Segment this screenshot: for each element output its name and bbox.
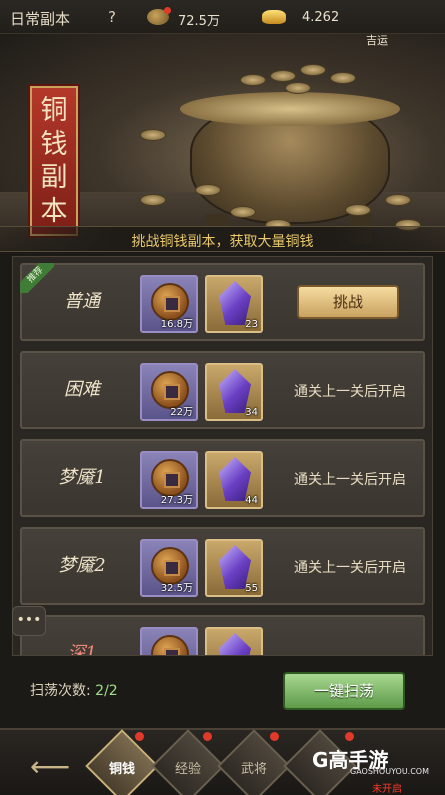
coin-pile-coin	[330, 72, 356, 84]
purple-crystal-icon	[219, 633, 251, 655]
level-name: 困难	[64, 379, 100, 400]
reward-gem-slot[interactable]	[205, 627, 263, 655]
sweep-count: 2/2	[95, 683, 118, 699]
notification-dot	[135, 732, 144, 741]
copper-coin-icon	[151, 635, 189, 655]
banner-char: 本	[40, 195, 68, 227]
locked-hint: 通关上一关后开启	[294, 560, 406, 576]
coin-pile-coin	[285, 82, 311, 94]
reward-qty: 55	[245, 583, 258, 594]
coin-amount: 72.5万	[178, 14, 220, 29]
reward-qty: 32.5万	[160, 583, 193, 594]
reward-gem-slot[interactable]: 34	[205, 363, 263, 421]
dungeon-title-banner: 铜 钱 副 本	[30, 86, 78, 236]
reward-qty: 44	[245, 495, 258, 506]
level-name: 深1	[67, 643, 97, 656]
back-arrow-icon[interactable]: ⟵	[30, 750, 70, 783]
tab-label: 经验	[174, 762, 201, 777]
locked-hint: 通关上一关后开启	[294, 472, 406, 488]
reward-gem-slot[interactable]: 44	[205, 451, 263, 509]
reward-qty: 16.8万	[160, 319, 193, 330]
site-watermark-url: GAOSHOUYOU.COM	[350, 767, 430, 776]
coin-pile-coin	[140, 129, 166, 141]
locked-hint: 通关上一关后开启	[294, 384, 406, 400]
banner-char: 副	[40, 162, 68, 194]
ingot-amount: 4.262	[302, 10, 340, 25]
page-title: 日常副本	[10, 10, 71, 28]
coin-pile-coin	[195, 184, 221, 196]
level-name: 梦魇2	[58, 555, 106, 576]
level-row-abyss-1[interactable]: 深1	[20, 615, 425, 656]
reward-coin-slot[interactable]	[140, 627, 198, 655]
gold-ingot-icon[interactable]	[262, 10, 286, 24]
coin-pile-coin	[270, 70, 296, 82]
top-bar: 日常副本 ? 72.5万 4.262	[0, 0, 445, 34]
reward-qty: 22万	[170, 407, 193, 418]
tab-label: 武将	[240, 762, 267, 777]
level-name: 梦魇1	[58, 467, 106, 488]
reward-qty: 23	[245, 319, 258, 330]
level-row-nightmare-2[interactable]: 梦魇2 32.5万 55 通关上一关后开启	[20, 527, 425, 605]
tab-label: 铜钱	[108, 762, 135, 777]
notification-dot	[203, 732, 212, 741]
copper-coin-icon[interactable]	[147, 7, 171, 25]
level-row-hard[interactable]: 困难 22万 34 通关上一关后开启	[20, 351, 425, 429]
luck-status: 吉运	[366, 34, 388, 47]
banner-char: 钱	[40, 128, 68, 160]
coin-pile-coin	[230, 206, 256, 218]
notification-dot	[345, 732, 354, 741]
reward-qty: 34	[245, 407, 258, 418]
banner-char: 铜	[40, 95, 68, 127]
hero-caption: 挑战铜钱副本，获取大量铜钱	[131, 234, 314, 250]
level-list[interactable]: 推荐 普通 16.8万 23 挑战 困难 22万 34 通关上一关后开启 梦魇1…	[12, 256, 433, 656]
pot-rim	[180, 92, 400, 126]
reward-gem-slot[interactable]: 23	[205, 275, 263, 333]
reward-coin-slot[interactable]: 16.8万	[140, 275, 198, 333]
reward-coin-slot[interactable]: 27.3万	[140, 451, 198, 509]
notification-dot	[270, 732, 279, 741]
chat-icon[interactable]: •••	[12, 606, 46, 636]
help-icon[interactable]: ?	[108, 8, 116, 26]
challenge-button[interactable]: 挑战	[297, 285, 399, 319]
sweep-label-text: 扫荡次数:	[30, 683, 91, 699]
not-open-status: 未开启	[372, 784, 402, 795]
coin-pile-coin	[140, 194, 166, 206]
hero-banner: 铜 钱 副 本	[0, 34, 445, 252]
hero-caption-bar: 挑战铜钱副本，获取大量铜钱	[0, 226, 445, 252]
level-row-normal[interactable]: 推荐 普通 16.8万 23 挑战	[20, 263, 425, 341]
coin-pile-coin	[300, 64, 326, 76]
reward-gem-slot[interactable]: 55	[205, 539, 263, 597]
sweep-count-label: 扫荡次数: 2/2	[30, 680, 118, 700]
reward-coin-slot[interactable]: 22万	[140, 363, 198, 421]
coin-pile-coin	[385, 194, 411, 206]
reward-qty: 27.3万	[160, 495, 193, 506]
reward-coin-slot[interactable]: 32.5万	[140, 539, 198, 597]
level-name: 普通	[64, 291, 100, 312]
coin-pile-coin	[345, 204, 371, 216]
level-row-nightmare-1[interactable]: 梦魇1 27.3万 44 通关上一关后开启	[20, 439, 425, 517]
one-click-sweep-button[interactable]: 一键扫荡	[283, 672, 405, 710]
coin-pile-coin	[240, 74, 266, 86]
